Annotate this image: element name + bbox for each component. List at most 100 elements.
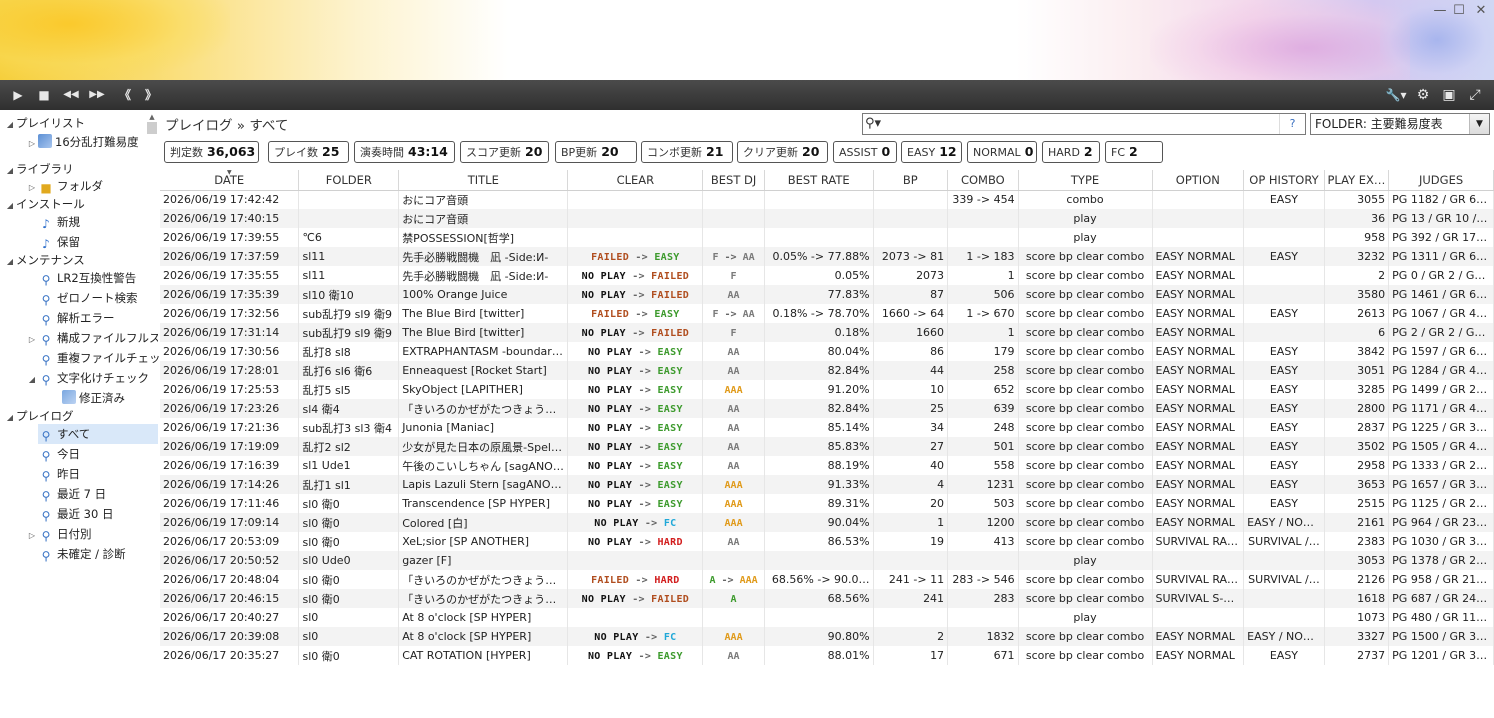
- stat-label: HARD: [1048, 146, 1080, 159]
- table-row[interactable]: 2026/06/17 20:39:08 sl0 At 8 o'clock [SP H…: [160, 627, 1494, 646]
- tree-zero-note[interactable]: ⚲ ゼロノート検索: [38, 288, 138, 308]
- tree-dup-check[interactable]: ⚲ 重複ファイルチェック: [38, 348, 160, 368]
- rewind-icon[interactable]: ◀◀: [60, 87, 82, 103]
- table-row[interactable]: 2026/06/19 17:09:14 sl0 衛0 Colored [白] NO P…: [160, 513, 1494, 532]
- table-row[interactable]: 2026/06/19 17:25:53 乱打5 sl5 SkyObject [LAP…: [160, 380, 1494, 399]
- expand-arrow-icon[interactable]: ◢: [4, 161, 16, 181]
- column-header[interactable]: BEST DJ: [702, 170, 765, 191]
- table-cell: 2026/06/17 20:50:52: [160, 551, 300, 570]
- scrollbar-thumb[interactable]: [147, 122, 157, 134]
- column-header[interactable]: TITLE: [398, 170, 569, 191]
- tree-all[interactable]: ⚲ すべて: [38, 424, 158, 444]
- table-row[interactable]: 2026/06/19 17:28:01 乱打6 sl6 衛6 Enneaquest …: [160, 361, 1494, 380]
- expand-arrow-icon[interactable]: ◢: [4, 408, 16, 428]
- expand-arrow-icon[interactable]: ◢: [4, 252, 16, 272]
- tree-folder[interactable]: ▷ ■ フォルダ: [26, 176, 103, 196]
- column-header[interactable]: TYPE: [1018, 170, 1153, 191]
- table-row[interactable]: 2026/06/19 17:40:15 おにコア音頭 play 36 PG 13 / G…: [160, 209, 1494, 228]
- table-row[interactable]: 2026/06/19 17:42:42 おにコア音頭 339 -> 454 combo…: [160, 190, 1494, 209]
- table-row[interactable]: 2026/06/19 17:14:26 乱打1 sl1 Lapis Lazuli S…: [160, 475, 1494, 494]
- table-row[interactable]: 2026/06/19 17:35:55 sl11 先手必勝戦闘機 凪 -Side:И…: [160, 266, 1494, 285]
- column-header-label: JUDGES: [1419, 172, 1464, 187]
- table-row[interactable]: 2026/06/19 17:21:36 sub乱打3 sl3 衛4 Junonia …: [160, 418, 1494, 437]
- table-row[interactable]: 2026/06/19 17:39:55 ℃6 禁POSSESSION[哲学] play…: [160, 228, 1494, 247]
- tree-yesterday[interactable]: ⚲ 昨日: [38, 464, 80, 484]
- tree-config-scan[interactable]: ▷⚲ 構成ファイルフルスキャン: [26, 328, 158, 348]
- tree-today[interactable]: ⚲ 今日: [38, 444, 80, 464]
- table-row[interactable]: 2026/06/17 20:53:09 sl0 衛0 XeL;sior [SP AN…: [160, 532, 1494, 551]
- search-icon[interactable]: ⚲▾: [865, 116, 887, 132]
- fast-forward-icon[interactable]: ▶▶: [86, 87, 108, 103]
- table-row[interactable]: 2026/06/19 17:37:59 sl11 先手必勝戦闘機 凪 -Side:И…: [160, 247, 1494, 266]
- column-header[interactable]: DATE ▼: [160, 170, 300, 191]
- column-header[interactable]: BEST RATE: [764, 170, 874, 191]
- tree-by-date[interactable]: ▷ ⚲ 日付別: [26, 524, 92, 544]
- table-row[interactable]: 2026/06/17 20:35:27 sl0 衛0 CAT ROTATION [H…: [160, 646, 1494, 665]
- sidebar-scroll-arrows[interactable]: ▲: [146, 113, 158, 135]
- tree-fixed[interactable]: 修正済み: [62, 388, 125, 408]
- tree-last30[interactable]: ⚲ 最近 30 日: [38, 504, 114, 524]
- column-header[interactable]: BP: [873, 170, 949, 191]
- table-cell: PG 2 / GR 2 / G…: [1388, 323, 1494, 342]
- search-input[interactable]: [887, 115, 1277, 133]
- tree-lr2-warning[interactable]: ⚲ LR2互換性警告: [38, 268, 137, 288]
- column-header[interactable]: OP HISTORY: [1243, 170, 1325, 191]
- next-icon[interactable]: 》: [140, 87, 162, 103]
- image-icon[interactable]: ▣: [1439, 86, 1459, 104]
- table-row[interactable]: 2026/06/19 17:19:09 乱打2 sl2 少女が見た日本の原風景-Sp…: [160, 437, 1494, 456]
- minimize-button[interactable]: —: [1430, 2, 1450, 20]
- collapse-arrow-icon[interactable]: ▷: [26, 526, 38, 546]
- tree-new[interactable]: ♪ 新規: [38, 212, 80, 232]
- table-cell: [1243, 323, 1325, 342]
- play-icon[interactable]: ▶: [10, 87, 26, 103]
- tree-playlist[interactable]: ◢ プレイリスト: [4, 113, 85, 133]
- expand-arrow-icon[interactable]: ◢: [26, 370, 38, 390]
- tree-last7[interactable]: ⚲ 最近 7 日: [38, 484, 107, 504]
- tree-parse-error[interactable]: ⚲ 解析エラー: [38, 308, 115, 328]
- expand-arrow-icon[interactable]: ◢: [4, 115, 16, 135]
- table-row[interactable]: 2026/06/19 17:23:26 sl4 衛4 「きいろのかぜがたつきょうこく…: [160, 399, 1494, 418]
- column-header[interactable]: JUDGES: [1388, 170, 1494, 191]
- table-row[interactable]: 2026/06/17 20:48:04 sl0 衛0 「きいろのかぜがたつきょうこく…: [160, 570, 1494, 589]
- tree-pending[interactable]: ♪ 保留: [38, 232, 80, 252]
- tools-dropdown-icon[interactable]: 🔧▾: [1382, 86, 1410, 104]
- expand-arrow-icon[interactable]: ◢: [4, 196, 16, 216]
- table-row[interactable]: 2026/06/19 17:31:14 sub乱打9 sl9 衛9 The Blue…: [160, 323, 1494, 342]
- stop-icon[interactable]: ■: [36, 87, 52, 103]
- tree-unconfirmed[interactable]: ⚲ 未確定 / 診断: [38, 544, 126, 564]
- chevron-down-icon[interactable]: ▼: [1469, 114, 1489, 134]
- folder-select[interactable]: FOLDER: 主要難易度表 ▼: [1310, 113, 1490, 135]
- previous-icon[interactable]: 《: [114, 87, 136, 103]
- column-header[interactable]: OPTION: [1152, 170, 1245, 191]
- table-row[interactable]: 2026/06/19 17:32:56 sub乱打9 sl9 衛9 The Blue…: [160, 304, 1494, 323]
- column-header[interactable]: COMBO: [947, 170, 1019, 191]
- column-header[interactable]: FOLDER: [298, 170, 400, 191]
- table-row[interactable]: 2026/06/19 17:11:46 sl0 衛0 Transcendence […: [160, 494, 1494, 513]
- tree-mojibake[interactable]: ◢ ⚲ 文字化けチェック: [26, 368, 149, 388]
- scroll-up-icon[interactable]: ▲: [146, 113, 158, 122]
- fullscreen-icon[interactable]: ⤢: [1465, 86, 1485, 104]
- table-cell: score bp clear combo: [1018, 247, 1153, 266]
- column-header[interactable]: CLEAR: [567, 170, 704, 191]
- table-row[interactable]: 2026/06/19 17:30:56 乱打8 sl8 EXTRAPHANTASM …: [160, 342, 1494, 361]
- search-help-button[interactable]: ?: [1279, 114, 1305, 134]
- maximize-button[interactable]: ☐: [1449, 2, 1469, 20]
- column-header[interactable]: PLAY EX…: [1324, 170, 1390, 191]
- table-row[interactable]: 2026/06/17 20:46:15 sl0 衛0 「きいろのかぜがたつきょうこく…: [160, 589, 1494, 608]
- search-box[interactable]: ⚲▾ ?: [862, 113, 1306, 135]
- table-row[interactable]: 2026/06/17 20:50:52 sl0 Ude0 gazer [F] play…: [160, 551, 1494, 570]
- tree-maintenance[interactable]: ◢ メンテナンス: [4, 250, 85, 270]
- table-row[interactable]: 2026/06/17 20:40:27 sl0 At 8 o'clock [SP H…: [160, 608, 1494, 627]
- table-cell: PG 1500 / GR 3…: [1388, 627, 1494, 646]
- tree-playlog[interactable]: ◢ プレイログ: [4, 406, 74, 426]
- close-button[interactable]: ✕: [1471, 2, 1491, 20]
- table-row[interactable]: 2026/06/19 17:16:39 sl1 Ude1 午後のこいしちゃん [sa…: [160, 456, 1494, 475]
- tree-playlist-item[interactable]: ▷ 16分乱打難易度: [26, 132, 144, 152]
- gear-icon[interactable]: ⚙: [1413, 86, 1433, 104]
- collapse-arrow-icon[interactable]: ▷: [26, 134, 38, 152]
- table-cell: 283 -> 546: [947, 570, 1019, 589]
- folder-select-value: FOLDER: 主要難易度表: [1315, 117, 1443, 131]
- tree-install[interactable]: ◢ インストール: [4, 194, 85, 214]
- table-row[interactable]: 2026/06/19 17:35:39 sl10 衛10 100% Orange J…: [160, 285, 1494, 304]
- collapse-arrow-icon[interactable]: ▷: [26, 330, 38, 348]
